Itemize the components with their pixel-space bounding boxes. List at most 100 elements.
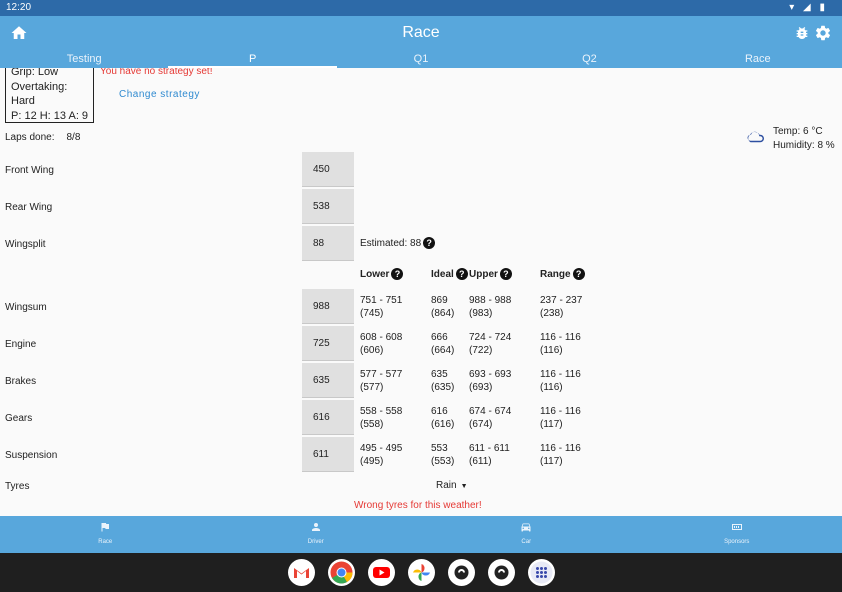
engine-ideal: 666 (664) bbox=[431, 332, 454, 357]
engine-input[interactable]: 725 bbox=[302, 326, 354, 361]
cell-sub: (674) bbox=[469, 418, 493, 430]
tyre-selected: Rain bbox=[436, 480, 457, 491]
tab-race[interactable]: Race bbox=[674, 50, 842, 68]
cell-value: 988 - 988 bbox=[469, 295, 512, 306]
tab-q1[interactable]: Q1 bbox=[337, 50, 505, 68]
tab-bar: Testing P Q1 Q2 Race bbox=[0, 50, 842, 69]
strategy-warning: You have no strategy set! bbox=[100, 68, 213, 77]
cell-sub: (577) bbox=[360, 381, 384, 393]
suspension-label: Suspension bbox=[5, 450, 58, 461]
help-icon[interactable]: ? bbox=[423, 237, 436, 249]
laps-label: Laps done: bbox=[5, 132, 55, 143]
tab-testing[interactable]: Testing bbox=[0, 50, 168, 68]
nav-race[interactable]: Race bbox=[0, 516, 211, 553]
tab-q2[interactable]: Q2 bbox=[505, 50, 673, 68]
cell-sub: (117) bbox=[540, 455, 563, 467]
cell-value: 495 - 495 bbox=[360, 443, 403, 454]
cell-sub: (116) bbox=[540, 381, 563, 393]
youtube-icon[interactable] bbox=[368, 559, 395, 586]
wingsum-input[interactable]: 988 bbox=[302, 289, 354, 324]
gears-lower: 558 - 558 (558) bbox=[360, 406, 402, 431]
gears-upper: 674 - 674 (674) bbox=[469, 406, 511, 431]
cell-value: 116 - 116 bbox=[540, 369, 581, 380]
status-time: 12:20 bbox=[6, 2, 32, 13]
flag-icon bbox=[101, 523, 110, 532]
laps-done: Laps done: 8/8 bbox=[5, 132, 80, 143]
cell-value: 616 bbox=[431, 406, 448, 417]
help-icon[interactable]: ? bbox=[391, 268, 404, 280]
cell-value: 674 - 674 bbox=[469, 406, 512, 417]
suspension-upper: 611 - 611 (611) bbox=[469, 443, 510, 468]
laps-value: 8/8 bbox=[66, 132, 81, 143]
tyre-dropdown[interactable]: Rain ▼ bbox=[436, 480, 468, 491]
gears-range: 116 - 116 (117) bbox=[540, 406, 581, 431]
cell-value: 237 - 237 bbox=[540, 295, 583, 306]
cell-value: 116 - 116 bbox=[540, 443, 581, 454]
photos-icon[interactable] bbox=[408, 559, 435, 586]
pit-info-text: P: 12 H: 13 A: 9 bbox=[11, 109, 89, 122]
cell-value: 553 bbox=[431, 443, 448, 454]
help-icon[interactable]: ? bbox=[499, 268, 512, 280]
gears-ideal: 616 (616) bbox=[431, 406, 454, 431]
cell-sub: (606) bbox=[360, 344, 384, 356]
rear-wing-label: Rear Wing bbox=[5, 202, 53, 213]
estimated-text: Estimated: 88 bbox=[360, 237, 422, 249]
cell-sub: (693) bbox=[469, 381, 493, 393]
change-strategy-button[interactable]: Change strategy bbox=[119, 89, 200, 100]
range-header-label: Range bbox=[540, 268, 571, 280]
gear-icon[interactable] bbox=[814, 24, 832, 42]
cell-value: 577 - 577 bbox=[360, 369, 403, 380]
track-info-box: Grip: Low Overtaking: Hard P: 12 H: 13 A… bbox=[5, 68, 94, 123]
cell-sub: (611) bbox=[469, 455, 492, 467]
cell-value: 693 - 693 bbox=[469, 369, 512, 380]
nav-driver[interactable]: Driver bbox=[211, 516, 422, 553]
range-header: Range? bbox=[540, 268, 585, 280]
front-wing-label: Front Wing bbox=[5, 165, 54, 176]
nav-sponsors[interactable]: Sponsors bbox=[632, 516, 842, 553]
chrome-icon[interactable] bbox=[328, 559, 355, 586]
brakes-input[interactable]: 635 bbox=[302, 363, 354, 398]
brakes-range: 116 - 116 (116) bbox=[540, 369, 581, 394]
humidity-text: Humidity: 8 % bbox=[773, 140, 835, 151]
app-bar: Race Testing P Q1 Q2 Race bbox=[0, 16, 842, 69]
estimated-wingsplit: Estimated: 88 ? bbox=[360, 237, 436, 249]
wingsplit-input[interactable]: 88 bbox=[302, 226, 354, 261]
nav-label: Race bbox=[98, 539, 113, 545]
wingsplit-label: Wingsplit bbox=[5, 239, 46, 250]
status-icons: ▾ ◢ ▮ bbox=[789, 2, 828, 13]
system-taskbar bbox=[0, 553, 842, 592]
car-icon bbox=[521, 523, 531, 532]
page-title: Race bbox=[402, 24, 440, 41]
suspension-range: 116 - 116 (117) bbox=[540, 443, 581, 468]
tab-p[interactable]: P bbox=[168, 50, 338, 69]
help-icon[interactable]: ? bbox=[455, 268, 468, 280]
cell-sub: (558) bbox=[360, 418, 384, 430]
suspension-input[interactable]: 611 bbox=[302, 437, 354, 472]
grip-text: Grip: Low bbox=[11, 68, 59, 78]
suspension-ideal: 553 (553) bbox=[431, 443, 454, 468]
main-content[interactable]: Grip: Low Overtaking: Hard P: 12 H: 13 A… bbox=[0, 68, 842, 516]
cell-value: 116 - 116 bbox=[540, 332, 581, 343]
rear-wing-input[interactable]: 538 bbox=[302, 189, 354, 224]
engine-upper: 724 - 724 (722) bbox=[469, 332, 511, 357]
cell-value: 751 - 751 bbox=[360, 295, 403, 306]
upper-header: Upper? bbox=[469, 268, 512, 280]
nav-car[interactable]: Car bbox=[421, 516, 632, 553]
bug-icon[interactable] bbox=[794, 25, 810, 41]
gears-input[interactable]: 616 bbox=[302, 400, 354, 435]
brakes-ideal: 635 (635) bbox=[431, 369, 454, 394]
wingsum-label: Wingsum bbox=[5, 302, 47, 313]
cell-sub: (864) bbox=[431, 307, 455, 319]
brakes-upper: 693 - 693 (693) bbox=[469, 369, 511, 394]
cell-sub: (238) bbox=[540, 307, 564, 319]
suspension-lower: 495 - 495 (495) bbox=[360, 443, 402, 468]
engine-lower: 608 - 608 (606) bbox=[360, 332, 402, 357]
cell-sub: (616) bbox=[431, 418, 455, 430]
gmail-icon[interactable] bbox=[288, 559, 315, 586]
app-icon[interactable] bbox=[448, 559, 475, 586]
cell-sub: (635) bbox=[431, 381, 455, 393]
app-drawer-icon[interactable] bbox=[528, 559, 555, 586]
help-icon[interactable]: ? bbox=[572, 268, 585, 280]
front-wing-input[interactable]: 450 bbox=[302, 152, 354, 187]
app-icon[interactable] bbox=[488, 559, 515, 586]
